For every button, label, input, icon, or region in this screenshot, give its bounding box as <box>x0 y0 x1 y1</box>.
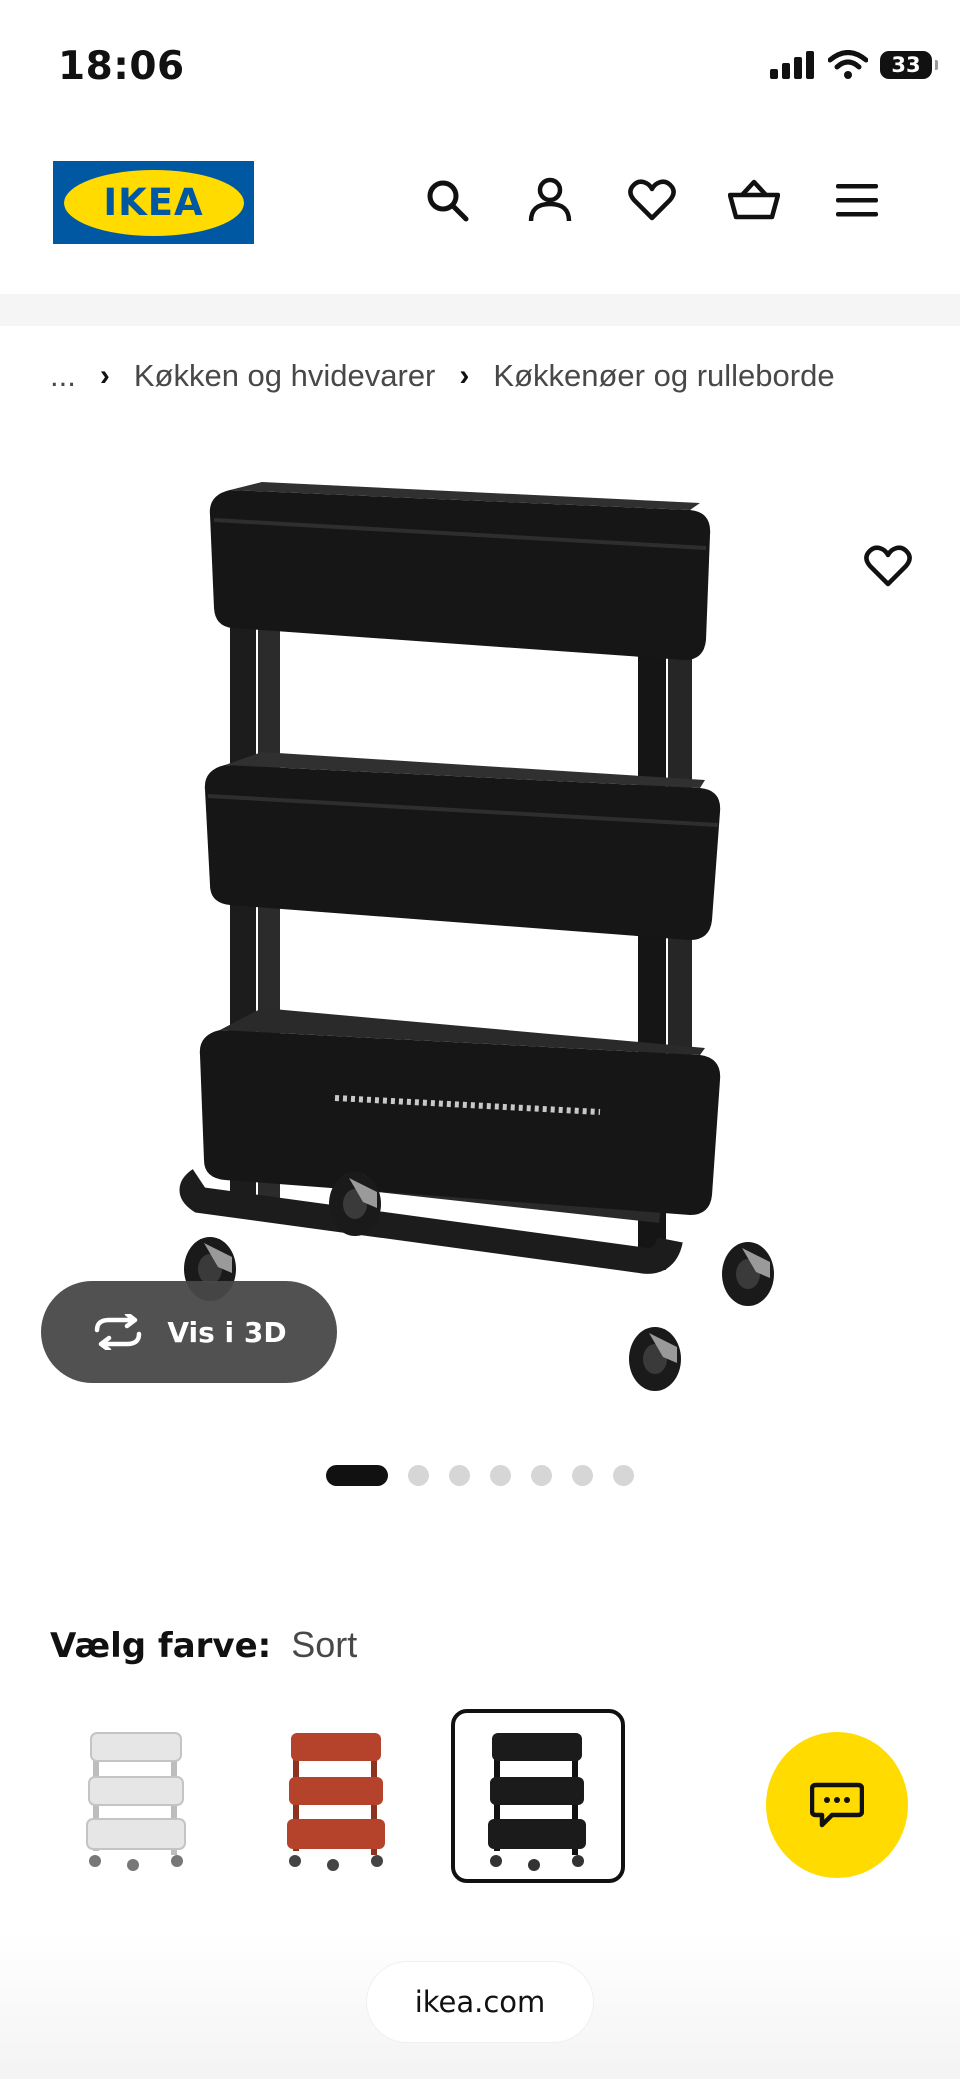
heart-outline-icon <box>864 545 912 587</box>
gallery-dot[interactable] <box>449 1465 470 1486</box>
gallery-pagination <box>0 1465 960 1486</box>
chat-button[interactable] <box>766 1732 908 1878</box>
chevron-right-icon: › <box>99 359 110 392</box>
colour-label: Vælg farve: <box>50 1626 272 1666</box>
chat-bubble-icon <box>810 1782 864 1828</box>
logo-text: IKEA <box>63 169 244 236</box>
view-3d-button[interactable]: Vis i 3D <box>41 1281 337 1383</box>
shopping-basket-icon <box>728 179 780 220</box>
search-button[interactable] <box>421 174 473 226</box>
search-icon <box>427 180 469 222</box>
trolley-thumbnail-black <box>488 1733 586 1871</box>
status-time: 18:06 <box>58 44 185 89</box>
favourite-button[interactable] <box>858 536 918 596</box>
cellular-signal-icon <box>770 51 814 79</box>
colour-swatch-white[interactable] <box>50 1709 224 1883</box>
battery-icon: 33 <box>880 51 938 79</box>
colour-swatch-red[interactable] <box>250 1709 424 1883</box>
colour-selector-heading: Vælg farve: Sort <box>50 1624 357 1666</box>
breadcrumb: ... › Køkken og hvidevarer › Køkkenøer o… <box>50 358 835 394</box>
trolley-thumbnail-white <box>86 1732 186 1871</box>
breadcrumb-item[interactable]: Køkkenøer og rulleborde <box>493 358 834 394</box>
view-3d-label: Vis i 3D <box>167 1315 287 1349</box>
favourites-heart-icon <box>628 179 676 221</box>
gallery-dot[interactable] <box>531 1465 552 1486</box>
header-divider <box>0 294 960 326</box>
account-icon <box>528 177 572 222</box>
wifi-icon <box>828 50 868 79</box>
breadcrumb-ellipsis[interactable]: ... <box>50 358 76 394</box>
colour-swatch-black[interactable] <box>451 1709 625 1883</box>
gallery-dot[interactable] <box>408 1465 429 1486</box>
shopping-basket-button[interactable] <box>728 174 780 226</box>
trolley-thumbnail-red <box>287 1733 385 1871</box>
menu-button[interactable] <box>831 174 883 226</box>
breadcrumb-item[interactable]: Køkken og hvidevarer <box>134 358 436 394</box>
gallery-dot[interactable] <box>490 1465 511 1486</box>
menu-icon <box>836 184 878 217</box>
colour-value: Sort <box>291 1624 358 1665</box>
status-icons: 33 <box>770 50 938 80</box>
account-button[interactable] <box>524 174 576 226</box>
ikea-logo[interactable]: IKEA <box>53 161 254 244</box>
chevron-right-icon: › <box>459 359 470 392</box>
rotate-3d-icon <box>95 1314 142 1350</box>
address-bar[interactable]: ikea.com <box>367 1962 593 2042</box>
favourites-button[interactable] <box>626 174 678 226</box>
gallery-dot[interactable] <box>572 1465 593 1486</box>
gallery-dot[interactable] <box>613 1465 634 1486</box>
gallery-dot-active[interactable] <box>326 1465 388 1486</box>
